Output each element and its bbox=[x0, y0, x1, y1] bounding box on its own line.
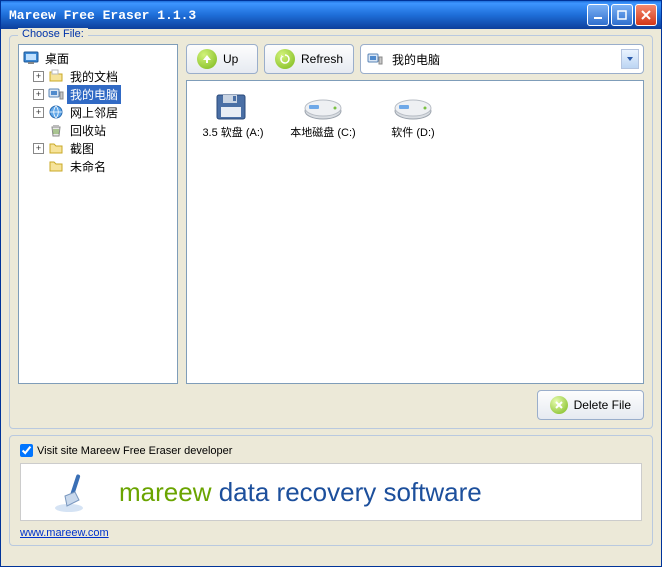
titlebar: Mareew Free Eraser 1.1.3 bbox=[1, 1, 661, 29]
app-window: Mareew Free Eraser 1.1.3 Choose File: 桌面 bbox=[0, 0, 662, 567]
expand-icon[interactable]: + bbox=[33, 107, 44, 118]
computer-icon bbox=[48, 86, 64, 102]
expand-icon[interactable]: + bbox=[33, 71, 44, 82]
drive-item[interactable]: 3.5 软盘 (A:) bbox=[197, 91, 269, 140]
visit-site-label: Visit site Mareew Free Eraser developer bbox=[37, 445, 232, 457]
drive-item[interactable]: 软件 (D:) bbox=[377, 91, 449, 140]
tree-node[interactable]: + 截图 bbox=[21, 139, 175, 157]
tree-node[interactable]: + 我的电脑 bbox=[21, 85, 175, 103]
recycle-icon bbox=[48, 122, 64, 138]
up-arrow-icon bbox=[197, 49, 217, 69]
refresh-label: Refresh bbox=[301, 52, 343, 66]
choose-file-group: Choose File: 桌面 +我的文档+我的电脑+网上邻居回收站+截图未命名 bbox=[9, 35, 653, 429]
maximize-button[interactable] bbox=[611, 4, 633, 26]
visit-checkbox-input[interactable] bbox=[20, 444, 33, 457]
banner-brand: mareew bbox=[119, 477, 211, 507]
expand-icon[interactable]: + bbox=[33, 89, 44, 100]
visit-site-checkbox[interactable]: Visit site Mareew Free Eraser developer bbox=[20, 444, 642, 457]
close-button[interactable] bbox=[635, 4, 657, 26]
drive-label: 3.5 软盘 (A:) bbox=[197, 127, 269, 140]
banner[interactable]: mareew data recovery software bbox=[20, 463, 642, 521]
expand-icon[interactable]: + bbox=[33, 143, 44, 154]
tree-root-label: 桌面 bbox=[42, 49, 72, 68]
computer-icon bbox=[367, 51, 383, 67]
path-combo[interactable]: 我的电脑 bbox=[360, 44, 644, 74]
delete-row: Delete File bbox=[18, 384, 644, 420]
refresh-icon bbox=[275, 49, 295, 69]
folder-icon bbox=[48, 140, 64, 156]
tree-node-label: 网上邻居 bbox=[67, 103, 121, 122]
banner-text: mareew data recovery software bbox=[119, 477, 482, 508]
tree-root[interactable]: 桌面 bbox=[21, 49, 175, 67]
tree-node-label: 回收站 bbox=[67, 121, 109, 140]
tree-node[interactable]: 回收站 bbox=[21, 121, 175, 139]
docs-icon bbox=[48, 68, 64, 84]
path-text: 我的电脑 bbox=[392, 51, 615, 68]
file-list[interactable]: 3.5 软盘 (A:) 本地磁盘 (C:) 软件 (D:) bbox=[186, 80, 644, 384]
footer-group: Visit site Mareew Free Eraser developer … bbox=[9, 435, 653, 546]
network-icon bbox=[48, 104, 64, 120]
delete-file-button[interactable]: Delete File bbox=[537, 390, 644, 420]
hard-drive-icon bbox=[301, 91, 345, 123]
choose-file-label: Choose File: bbox=[18, 28, 88, 40]
tree-node-label: 截图 bbox=[67, 139, 97, 158]
drive-item[interactable]: 本地磁盘 (C:) bbox=[287, 91, 359, 140]
toolbar: Up Refresh 我的电脑 bbox=[186, 44, 644, 74]
drive-label: 本地磁盘 (C:) bbox=[287, 127, 359, 140]
tree-node[interactable]: + 网上邻居 bbox=[21, 103, 175, 121]
folder-icon bbox=[48, 158, 64, 174]
tree-node-label: 我的电脑 bbox=[67, 85, 121, 104]
desktop-icon bbox=[23, 50, 39, 66]
path-dropdown-button[interactable] bbox=[621, 49, 639, 69]
folder-tree[interactable]: 桌面 + 我的文档 + 我的电脑 + 网上邻居回收站 + 截图未命名 bbox=[18, 44, 178, 384]
up-button[interactable]: Up bbox=[186, 44, 258, 74]
floppy-drive-icon bbox=[211, 91, 255, 123]
tree-node-label: 未命名 bbox=[67, 157, 109, 176]
delete-icon bbox=[550, 396, 568, 414]
up-label: Up bbox=[223, 52, 238, 66]
minimize-button[interactable] bbox=[587, 4, 609, 26]
client-area: Choose File: 桌面 + 我的文档 + 我的电脑 + 网上邻居回收站 + 截图未命名 bbox=[1, 29, 661, 566]
window-title: Mareew Free Eraser 1.1.3 bbox=[5, 8, 585, 23]
tree-node[interactable]: 未命名 bbox=[21, 157, 175, 175]
tree-node[interactable]: + 我的文档 bbox=[21, 67, 175, 85]
delete-file-label: Delete File bbox=[574, 398, 631, 412]
banner-tagline: data recovery software bbox=[219, 477, 482, 507]
developer-url[interactable]: www.mareew.com bbox=[20, 527, 642, 539]
eraser-icon bbox=[51, 470, 95, 514]
drive-label: 软件 (D:) bbox=[377, 127, 449, 140]
tree-node-label: 我的文档 bbox=[67, 67, 121, 86]
refresh-button[interactable]: Refresh bbox=[264, 44, 354, 74]
right-pane: Up Refresh 我的电脑 bbox=[186, 44, 644, 384]
hard-drive-icon bbox=[391, 91, 435, 123]
